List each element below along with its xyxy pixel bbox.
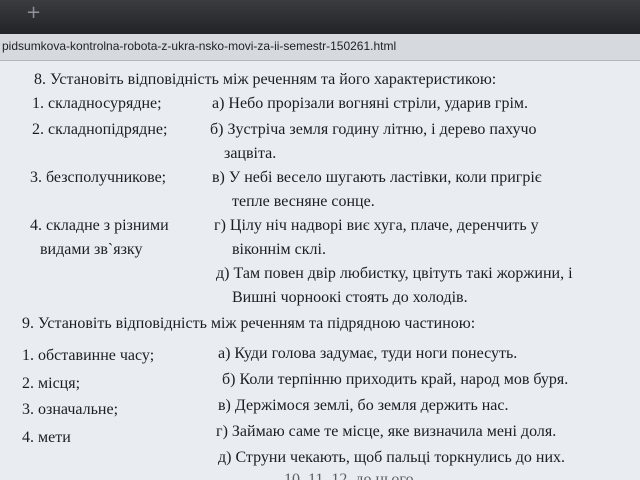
q9-sentence-g: г) Займаю саме те місце, яке визначила м… <box>216 423 557 440</box>
q8-sentence-d-cont: Вишні чорноокі стоять до холодів. <box>232 289 468 306</box>
q8-sentence-b-cont: зацвіта. <box>224 145 277 162</box>
new-tab-icon[interactable]: + <box>26 4 46 22</box>
question-8-title: 8. Установіть відповідність між реченням… <box>34 71 497 88</box>
q9-sentence-a: а) Куди голова задумає, туди ноги понесу… <box>218 345 518 362</box>
q8-sentence-v: в) У небі весело шугають ластівки, коли … <box>212 169 542 186</box>
q8-option-4-cont: видами зв`язку <box>40 241 143 258</box>
q10-cut-off-line: 10. 11. 12. до цього <box>284 471 414 480</box>
q8-option-3: 3. безсполучникове; <box>30 169 167 186</box>
q8-sentence-v-cont: тепле весняне сонце. <box>232 193 375 210</box>
q8-sentence-d: д) Там повен двір любистку, цвітуть такі… <box>216 265 573 282</box>
q8-sentence-g: г) Цілу ніч надворі виє хуга, плаче, дер… <box>214 217 539 234</box>
document-page: 8. Установіть відповідність між реченням… <box>0 61 640 480</box>
q9-sentence-b: б) Коли терпінню приходить край, народ м… <box>222 371 569 388</box>
q9-sentence-v: в) Держімося землі, бо земля держить нас… <box>218 397 509 414</box>
q8-sentence-a: а) Небо прорізали вогняні стріли, ударив… <box>212 95 529 112</box>
q9-option-3: 3. означальне; <box>22 401 119 418</box>
q8-option-2: 2. складнопідрядне; <box>32 121 168 138</box>
address-bar[interactable]: pidsumkova-kontrolna-robota-z-ukra-nsko-… <box>0 34 640 61</box>
q8-option-4: 4. складне з різними <box>30 217 169 234</box>
q9-option-1: 1. обставинне часу; <box>22 347 155 364</box>
q8-sentence-b: б) Зустріча земля годину літню, і дерево… <box>210 121 537 138</box>
address-bar-url[interactable]: pidsumkova-kontrolna-robota-z-ukra-nsko-… <box>2 39 396 53</box>
q9-option-2: 2. місця; <box>22 375 81 392</box>
q8-sentence-g-cont: віконнім склі. <box>232 241 326 258</box>
question-9-title: 9. Установіть відповідність між реченням… <box>22 315 476 332</box>
q9-sentence-d: д) Струни чекають, щоб пальці торкнулись… <box>218 449 566 466</box>
browser-tab-strip: + <box>0 0 640 34</box>
q9-option-4: 4. мети <box>22 429 71 446</box>
q8-option-1: 1. складносурядне; <box>32 95 162 112</box>
